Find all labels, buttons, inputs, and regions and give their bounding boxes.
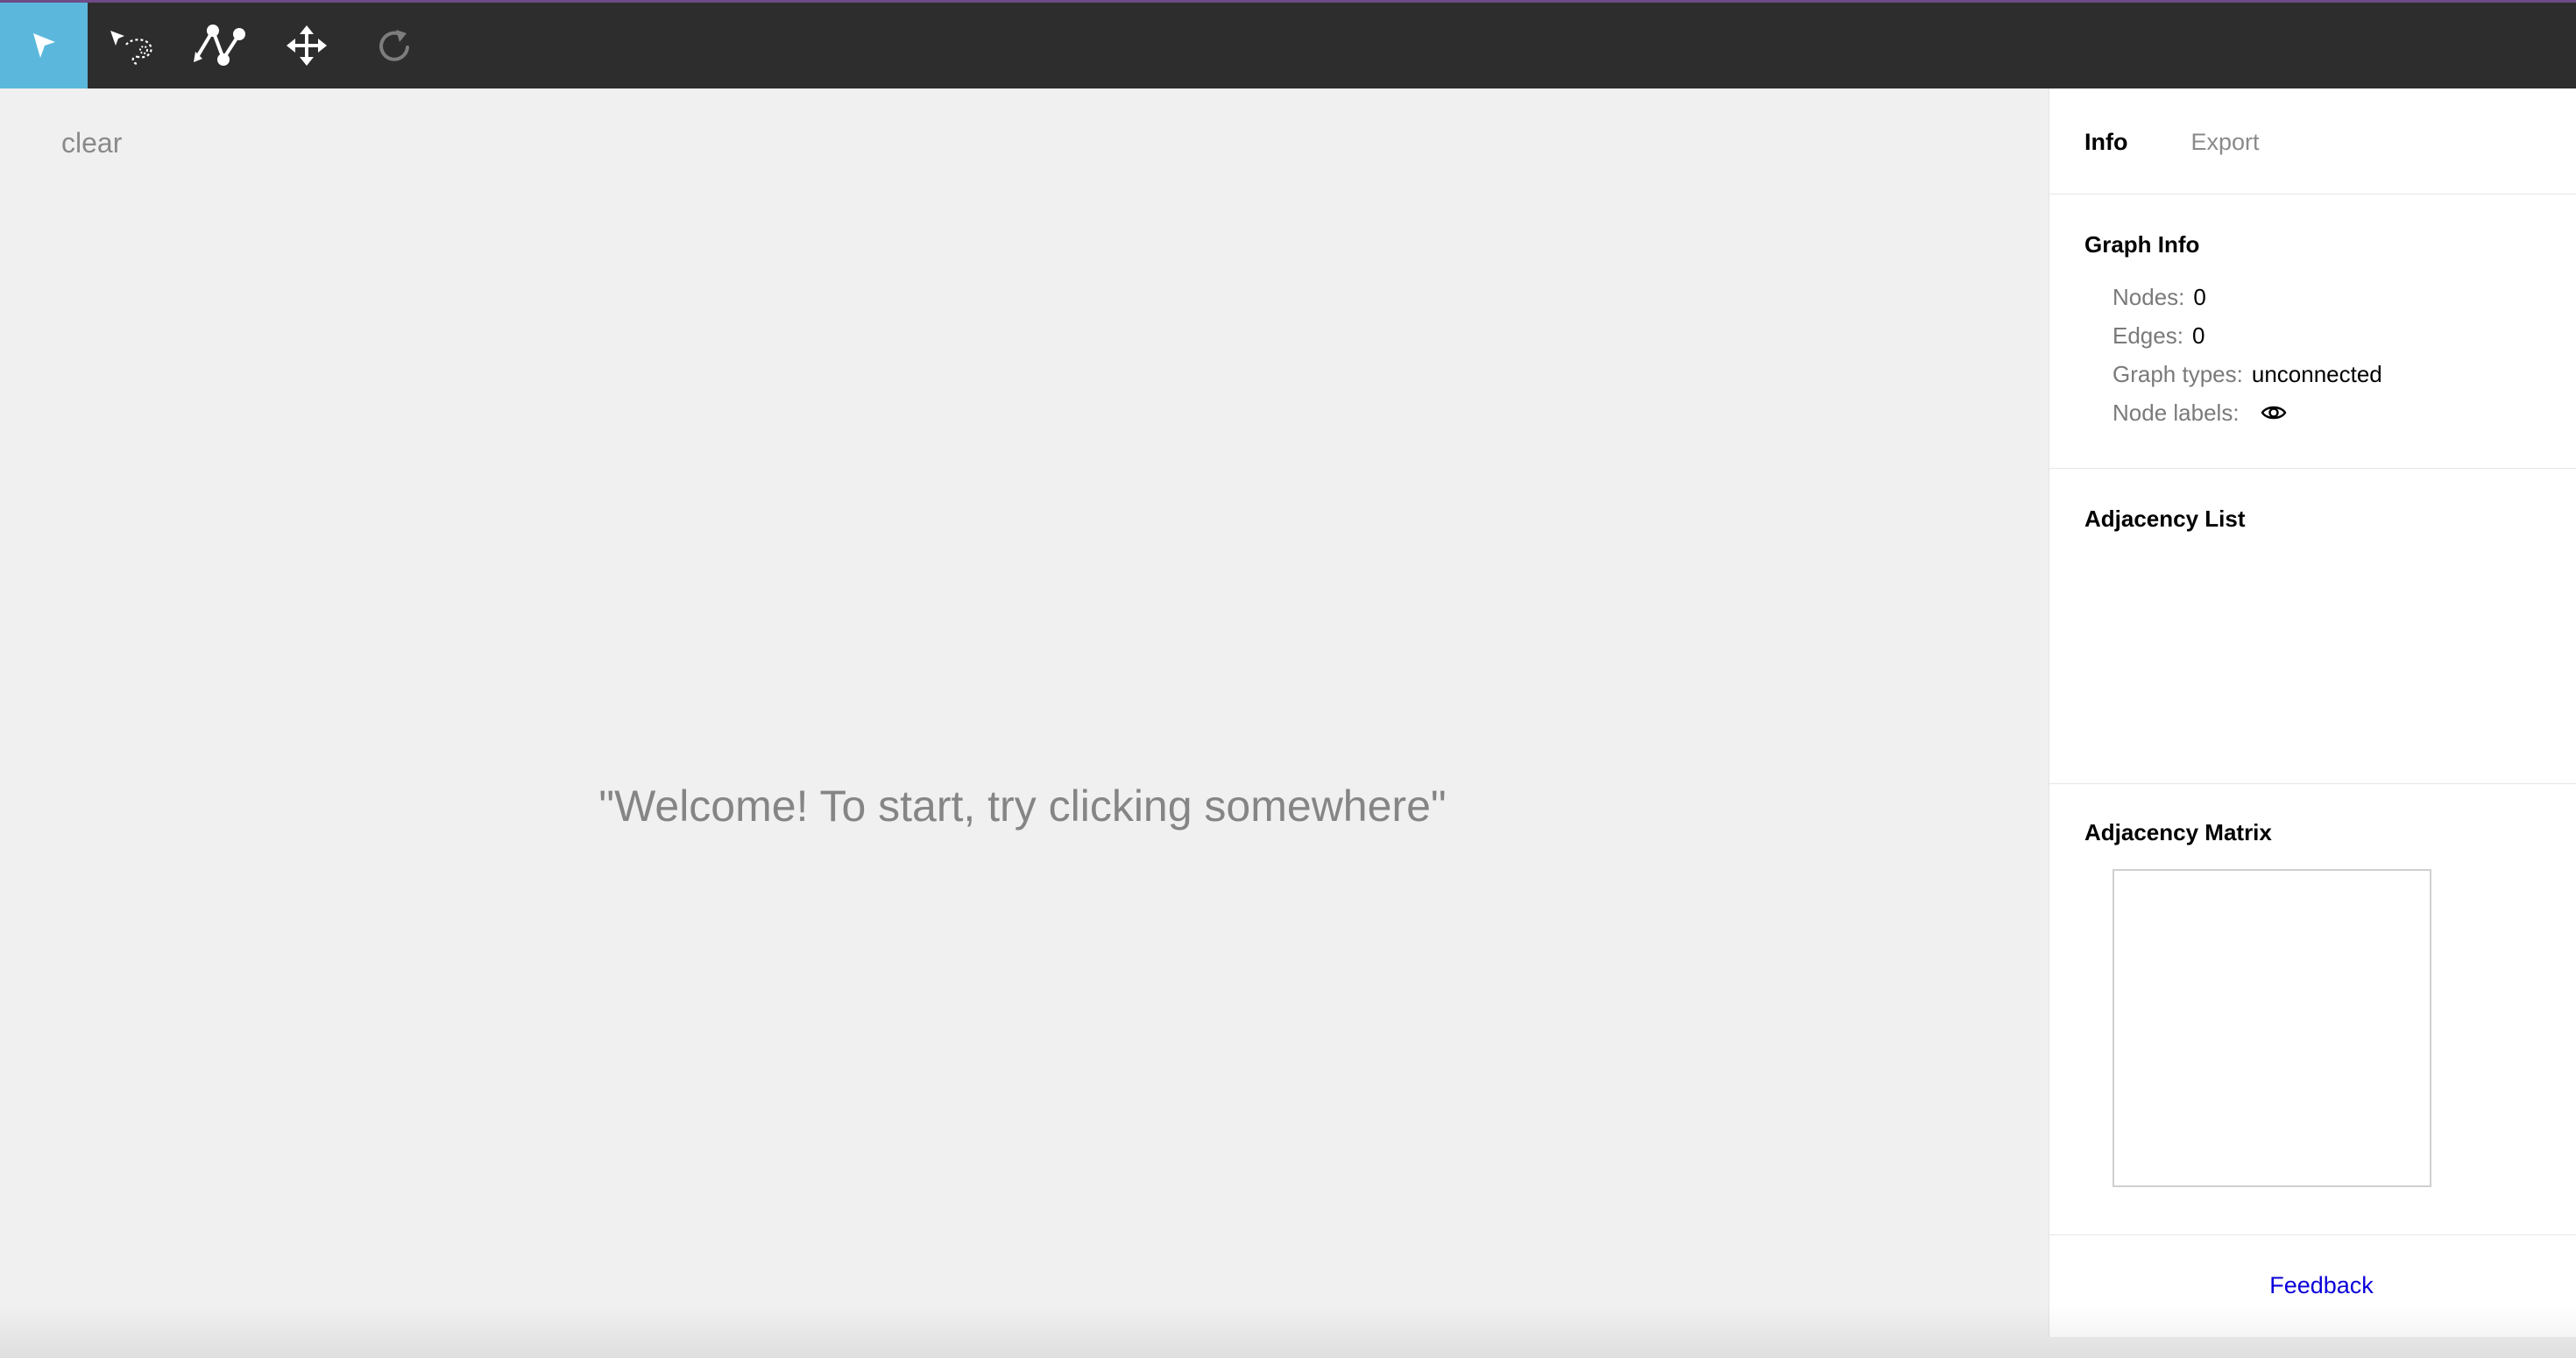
sidebar-tabs: Info Export [2049,88,2576,195]
feedback-link[interactable]: Feedback [2269,1272,2374,1299]
node-labels-row: Node labels: [2112,393,2576,432]
adjacency-matrix-title: Adjacency Matrix [2084,819,2272,845]
nodes-row: Nodes: 0 [2112,278,2576,316]
edges-label: Edges: [2112,322,2183,349]
pointer-tool-button[interactable] [0,3,88,88]
lasso-select-icon [110,31,152,66]
clear-button[interactable]: clear [61,127,122,159]
graph-canvas[interactable]: clear "Welcome! To start, try clicking s… [0,88,2049,1358]
feedback-area: Feedback [2049,1235,2576,1336]
adjacency-matrix-box [2112,869,2431,1187]
graph-types-value: unconnected [2251,361,2382,387]
adjacency-list-title: Adjacency List [2084,506,2246,532]
toolbar [0,0,2576,88]
sidebar: Info Export Graph Info Nodes: 0 Edges: 0… [2049,88,2576,1337]
move-icon [287,25,327,66]
graph-info-section: Graph Info Nodes: 0 Edges: 0 Graph types… [2049,195,2576,469]
pointer-icon [33,33,55,58]
eye-icon [2261,406,2286,420]
adjacency-matrix-section: Adjacency Matrix [2049,784,2576,1235]
adjacency-list-section: Adjacency List [2049,469,2576,784]
nodes-value: 0 [2193,284,2206,310]
nodes-label: Nodes: [2112,284,2185,310]
redo-tool-button[interactable] [350,3,438,88]
node-labels-label: Node labels: [2112,400,2240,426]
graph-types-label: Graph types: [2112,361,2243,387]
graph-types-row: Graph types: unconnected [2112,355,2576,393]
tab-info[interactable]: Info [2084,129,2127,156]
lasso-select-tool-button[interactable] [88,3,175,88]
welcome-text: "Welcome! To start, try clicking somewhe… [598,782,1447,831]
move-tool-button[interactable] [263,3,350,88]
edges-value: 0 [2191,322,2205,349]
add-node-edge-icon [194,25,245,66]
graph-info-title: Graph Info [2084,231,2200,258]
redo-icon [379,30,409,61]
edges-row: Edges: 0 [2112,316,2576,355]
node-labels-toggle[interactable] [2261,403,2287,422]
tab-export[interactable]: Export [2190,129,2259,156]
welcome-message: "Welcome! To start, try clicking somewhe… [0,781,2049,831]
add-node-edge-tool-button[interactable] [175,3,263,88]
